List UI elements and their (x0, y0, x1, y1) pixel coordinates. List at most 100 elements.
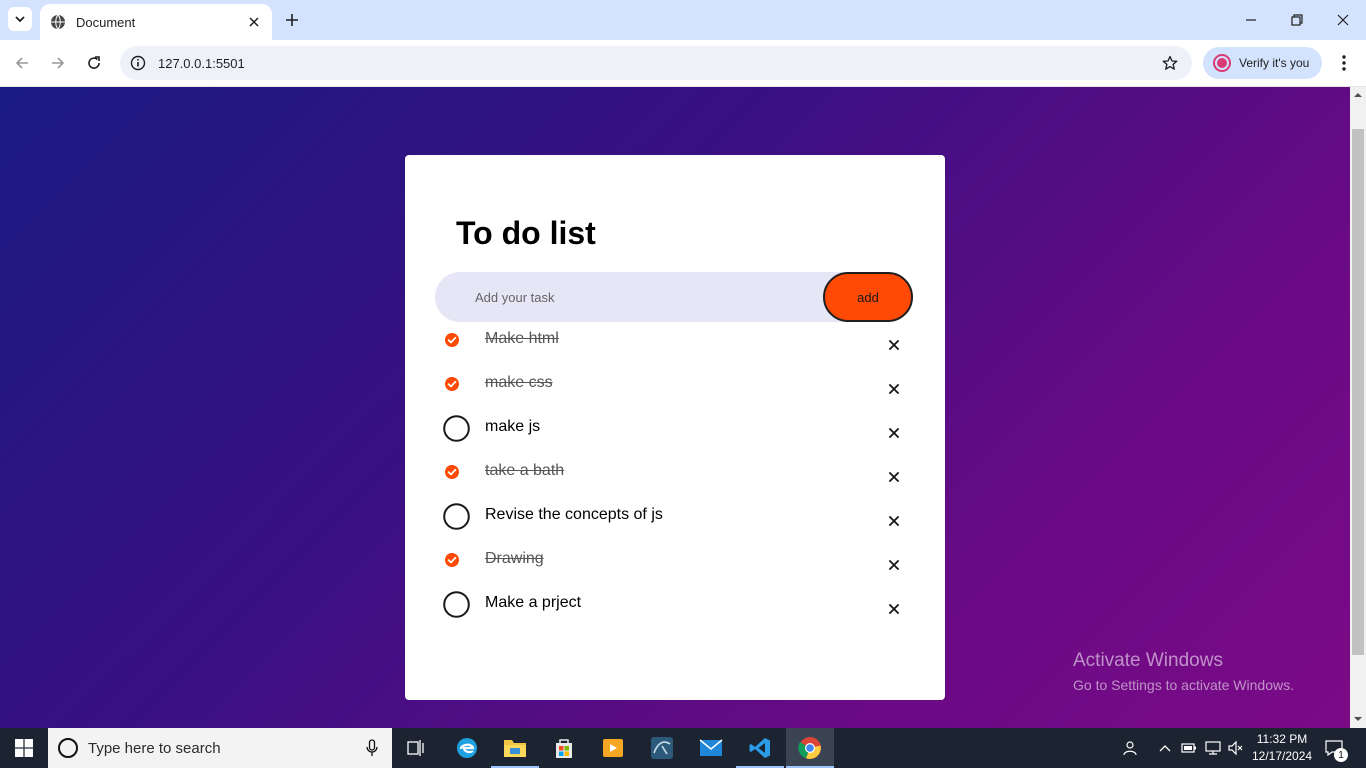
delete-task-close-icon[interactable] (886, 601, 902, 617)
task-list: Make html make css make js take a bath Revis… (435, 327, 913, 635)
search-icon (58, 738, 78, 758)
unchecked-circle-icon[interactable] (443, 503, 470, 530)
taskbar-app-edge[interactable] (443, 728, 491, 768)
delete-task-close-icon[interactable] (886, 469, 902, 485)
unchecked-circle-icon[interactable] (443, 591, 470, 618)
info-icon[interactable] (130, 55, 146, 71)
restore-button[interactable] (1287, 10, 1307, 30)
scroll-thumb[interactable] (1352, 129, 1364, 655)
page-scrollbar[interactable] (1350, 87, 1366, 728)
tab-title: Document (76, 14, 136, 30)
new-tab-button[interactable] (282, 10, 302, 30)
task-input-row: add (435, 272, 913, 322)
mysql-workbench-icon (651, 737, 673, 759)
task-item[interactable]: Make a prject (435, 591, 913, 635)
page-title: To do list (456, 215, 596, 251)
page-viewport: To do list add Make html make css make js t… (0, 87, 1350, 728)
taskbar-app-mail[interactable] (687, 728, 735, 768)
activate-windows-watermark: Activate Windows Go to Settings to activ… (1073, 650, 1294, 693)
taskbar-search[interactable]: Type here to search (48, 728, 392, 768)
checked-circle-icon[interactable] (444, 464, 460, 480)
start-button[interactable] (0, 728, 48, 768)
taskbar-app-store[interactable] (540, 728, 588, 768)
delete-task-close-icon[interactable] (886, 513, 902, 529)
scroll-down-arrow-icon[interactable] (1354, 715, 1362, 723)
media-player-icon (603, 739, 623, 757)
volume-muted-icon[interactable] (1226, 738, 1246, 758)
taskbar-app-media-player[interactable] (589, 728, 637, 768)
task-item[interactable]: make js (435, 415, 913, 459)
taskbar-app-vs-code[interactable] (736, 728, 784, 768)
taskbar-search-placeholder: Type here to search (88, 739, 221, 757)
minimize-button[interactable] (1241, 10, 1261, 30)
back-button[interactable] (12, 53, 32, 73)
avatar (1213, 54, 1231, 72)
task-item[interactable]: Revise the concepts of js (435, 503, 913, 547)
scroll-up-arrow-icon[interactable] (1354, 91, 1362, 99)
task-text[interactable]: take a bath (485, 462, 564, 480)
windows-taskbar: Type here to search 11:32 PM 12/17/2024 … (0, 728, 1366, 768)
reload-icon (88, 56, 100, 69)
minimize-icon (1246, 19, 1256, 21)
taskbar-app-mysql-workbench[interactable] (638, 728, 686, 768)
kebab-icon (1342, 55, 1346, 71)
edge-icon (457, 738, 477, 758)
unchecked-circle-icon[interactable] (443, 415, 470, 442)
globe-icon (50, 14, 66, 30)
task-text[interactable]: Make html (485, 330, 559, 348)
task-input[interactable] (435, 272, 815, 322)
verify-label: Verify it's you (1239, 56, 1310, 70)
delete-task-close-icon[interactable] (886, 557, 902, 573)
delete-task-close-icon[interactable] (886, 381, 902, 397)
task-item[interactable]: make css (435, 371, 913, 415)
delete-task-close-icon[interactable] (886, 425, 902, 441)
mail-icon (699, 739, 723, 756)
task-text[interactable]: Drawing (485, 550, 544, 568)
task-text[interactable]: Make a prject (485, 594, 581, 612)
chevron-up-icon[interactable] (1155, 738, 1175, 758)
close-icon (1337, 14, 1349, 26)
close-icon[interactable] (246, 14, 262, 30)
microphone-icon[interactable] (362, 738, 382, 758)
checked-circle-icon[interactable] (444, 552, 460, 568)
store-icon (556, 739, 572, 758)
browser-tab[interactable]: Document (40, 4, 272, 40)
task-item[interactable]: take a bath (435, 459, 913, 503)
browser-tabstrip: Document (0, 0, 1366, 40)
vs-code-icon (749, 738, 770, 758)
delete-task-close-icon[interactable] (886, 337, 902, 353)
verify-profile-button[interactable]: Verify it's you (1203, 47, 1322, 79)
restore-icon (1291, 14, 1303, 26)
checked-circle-icon[interactable] (444, 332, 460, 348)
todo-card: To do list add Make html make css make js t… (405, 155, 945, 700)
window-close-button[interactable] (1333, 10, 1353, 30)
clock-time: 11:32 PM (1256, 732, 1308, 746)
plus-icon (286, 14, 298, 26)
tab-search-button[interactable] (8, 7, 32, 31)
taskbar-app-file-explorer[interactable] (491, 728, 539, 768)
add-button[interactable]: add (823, 272, 913, 322)
star-icon[interactable] (1160, 53, 1180, 73)
taskbar-app-chrome[interactable] (786, 728, 834, 768)
people-icon[interactable] (1119, 738, 1139, 758)
watermark-title: Activate Windows (1073, 650, 1223, 671)
forward-button[interactable] (48, 53, 68, 73)
task-item[interactable]: Drawing (435, 547, 913, 591)
watermark-subtitle: Go to Settings to activate Windows. (1073, 677, 1294, 693)
task-text[interactable]: Revise the concepts of js (485, 506, 663, 524)
reload-button[interactable] (84, 53, 104, 73)
checked-circle-icon[interactable] (444, 376, 460, 392)
task-item[interactable]: Make html (435, 327, 913, 371)
task-text[interactable]: make js (485, 418, 540, 436)
battery-icon[interactable] (1179, 738, 1199, 758)
url-text[interactable]: 127.0.0.1:5501 (158, 56, 1160, 71)
task-text[interactable]: make css (485, 374, 553, 392)
chrome-icon (798, 737, 821, 759)
taskbar-clock[interactable]: 11:32 PM 12/17/2024 (1252, 731, 1312, 765)
network-icon[interactable] (1203, 738, 1223, 758)
browser-menu-button[interactable] (1334, 53, 1354, 73)
windows-logo-icon (15, 739, 33, 757)
address-bar[interactable]: 127.0.0.1:5501 (120, 46, 1192, 80)
task-view-button[interactable] (392, 728, 440, 768)
clock-date: 12/17/2024 (1252, 749, 1313, 763)
